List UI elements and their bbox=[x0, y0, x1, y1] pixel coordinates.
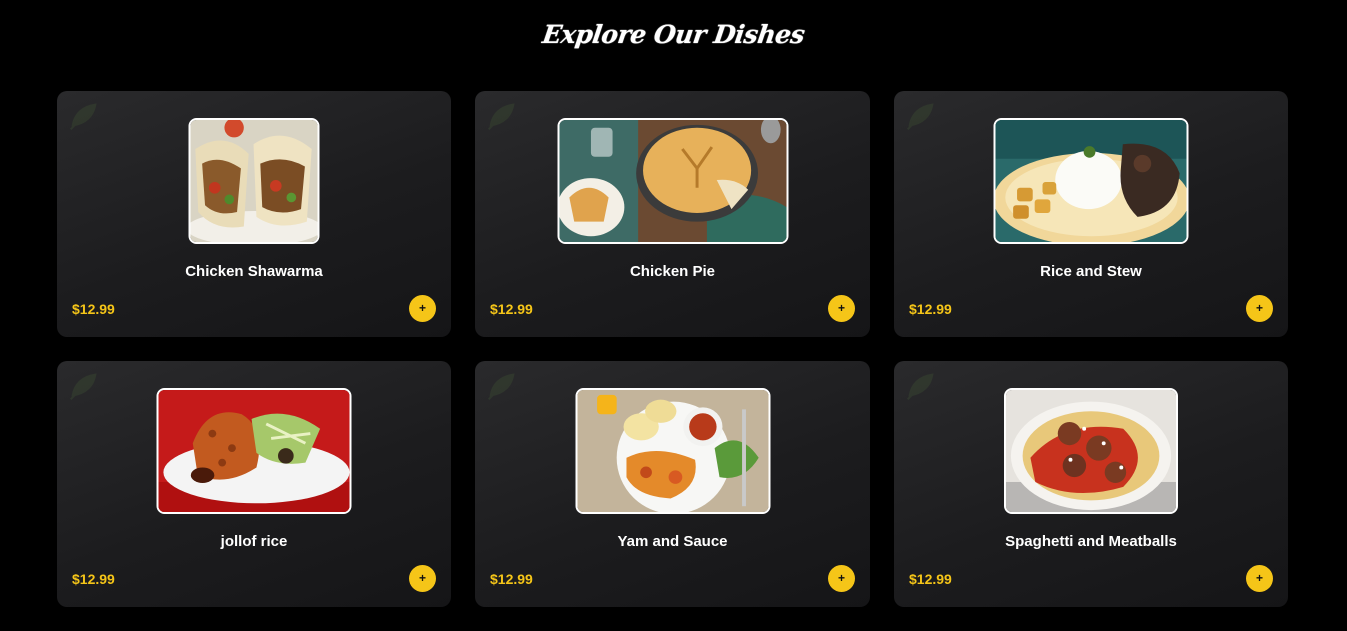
dish-name: jollof rice bbox=[220, 533, 288, 550]
dish-card: Chicken Shawarma $12.99 + bbox=[57, 91, 451, 337]
section-title: Explore Our Dishes bbox=[540, 20, 807, 49]
dish-image bbox=[557, 118, 788, 244]
add-to-cart-button[interactable]: + bbox=[409, 565, 436, 592]
leaf-icon bbox=[70, 103, 97, 130]
dish-card: Rice and Stew $12.99 + bbox=[894, 91, 1288, 337]
dish-price: $12.99 bbox=[72, 301, 115, 317]
dish-price: $12.99 bbox=[490, 301, 533, 317]
dish-name: Rice and Stew bbox=[1040, 263, 1142, 280]
dishes-grid: Chicken Shawarma $12.99 + Chicken Pie $1… bbox=[57, 91, 1288, 607]
dish-card: Spaghetti and Meatballs $12.99 + bbox=[894, 361, 1288, 607]
leaf-icon bbox=[907, 373, 934, 400]
leaf-icon bbox=[488, 103, 515, 130]
dish-card: jollof rice $12.99 + bbox=[57, 361, 451, 607]
leaf-icon bbox=[488, 373, 515, 400]
leaf-icon bbox=[70, 373, 97, 400]
dish-name: Chicken Shawarma bbox=[185, 263, 323, 280]
dish-image bbox=[993, 118, 1189, 244]
dish-card: Chicken Pie $12.99 + bbox=[475, 91, 870, 337]
dishes-page: Explore Our Dishes Chicken Shawarma $12.… bbox=[0, 0, 1347, 631]
dish-price: $12.99 bbox=[909, 571, 952, 587]
dish-image bbox=[156, 388, 352, 514]
leaf-icon bbox=[907, 103, 934, 130]
dish-image bbox=[1004, 388, 1178, 514]
dish-price: $12.99 bbox=[909, 301, 952, 317]
add-to-cart-button[interactable]: + bbox=[1246, 295, 1273, 322]
add-to-cart-button[interactable]: + bbox=[409, 295, 436, 322]
dish-price: $12.99 bbox=[72, 571, 115, 587]
dish-price: $12.99 bbox=[490, 571, 533, 587]
dish-card: Yam and Sauce $12.99 + bbox=[475, 361, 870, 607]
dish-image bbox=[188, 118, 320, 244]
dish-name: Spaghetti and Meatballs bbox=[1005, 533, 1177, 550]
add-to-cart-button[interactable]: + bbox=[828, 565, 855, 592]
dish-name: Yam and Sauce bbox=[617, 533, 728, 550]
add-to-cart-button[interactable]: + bbox=[1246, 565, 1273, 592]
dish-name: Chicken Pie bbox=[629, 263, 716, 280]
dish-image bbox=[575, 388, 770, 514]
add-to-cart-button[interactable]: + bbox=[828, 295, 855, 322]
